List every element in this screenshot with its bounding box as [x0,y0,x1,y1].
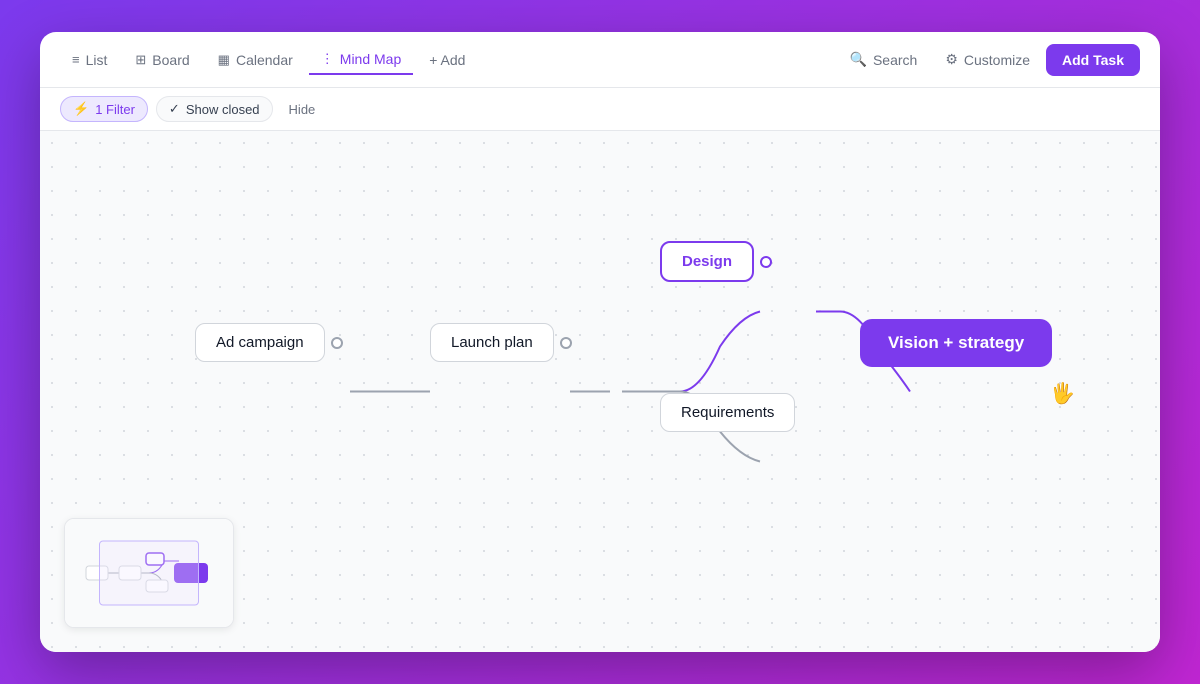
node-ad-campaign[interactable]: Ad campaign [195,323,325,362]
connector-dot-3 [760,256,772,268]
vision-strategy-label: Vision + strategy [860,319,1052,367]
check-icon: ✓ [169,101,180,117]
minimap-inner [65,519,233,627]
tab-list[interactable]: ≡ List [60,46,119,74]
toolbar-right: 🔍 Search ⚙ Customize Add Task [838,44,1140,76]
minimap-viewport [99,541,199,606]
node-launch-plan[interactable]: Launch plan [430,323,554,362]
tab-calendar[interactable]: ▦ Calendar [206,46,305,74]
board-icon: ⊞ [135,52,146,68]
tab-board[interactable]: ⊞ Board [123,46,201,74]
connector-dot-2 [560,337,572,349]
show-closed-chip[interactable]: ✓ Show closed [156,96,273,122]
calendar-icon: ▦ [218,52,230,68]
mindmap-icon: ⋮ [321,51,334,67]
tab-mindmap[interactable]: ⋮ Mind Map [309,45,413,75]
node-design[interactable]: Design [660,241,754,282]
customize-button[interactable]: ⚙ Customize [933,45,1042,74]
tab-add[interactable]: + Add [417,46,477,74]
filter-chip[interactable]: ⚡ 1 Filter [60,96,148,122]
node-requirements[interactable]: Requirements [660,393,795,432]
canvas-area[interactable]: Ad campaign Launch plan Design Requireme… [40,131,1160,652]
toolbar: ≡ List ⊞ Board ▦ Calendar ⋮ Mind Map + A… [40,32,1160,88]
cursor: 🖐 [1050,381,1075,406]
connector-dot-1 [331,337,343,349]
gear-icon: ⚙ [945,51,958,68]
filter-bar: ⚡ 1 Filter ✓ Show closed Hide [40,88,1160,131]
node-vision-strategy[interactable]: Vision + strategy [860,319,1052,367]
hide-button[interactable]: Hide [281,98,324,121]
search-icon: 🔍 [850,51,867,68]
launch-plan-label: Launch plan [430,323,554,362]
minimap[interactable] [64,518,234,628]
list-icon: ≡ [72,52,80,67]
add-task-button[interactable]: Add Task [1046,44,1140,76]
search-button[interactable]: 🔍 Search [838,45,930,74]
design-label: Design [660,241,754,282]
requirements-label: Requirements [660,393,795,432]
filter-icon: ⚡ [73,101,89,117]
ad-campaign-label: Ad campaign [195,323,325,362]
app-window: ≡ List ⊞ Board ▦ Calendar ⋮ Mind Map + A… [40,32,1160,652]
